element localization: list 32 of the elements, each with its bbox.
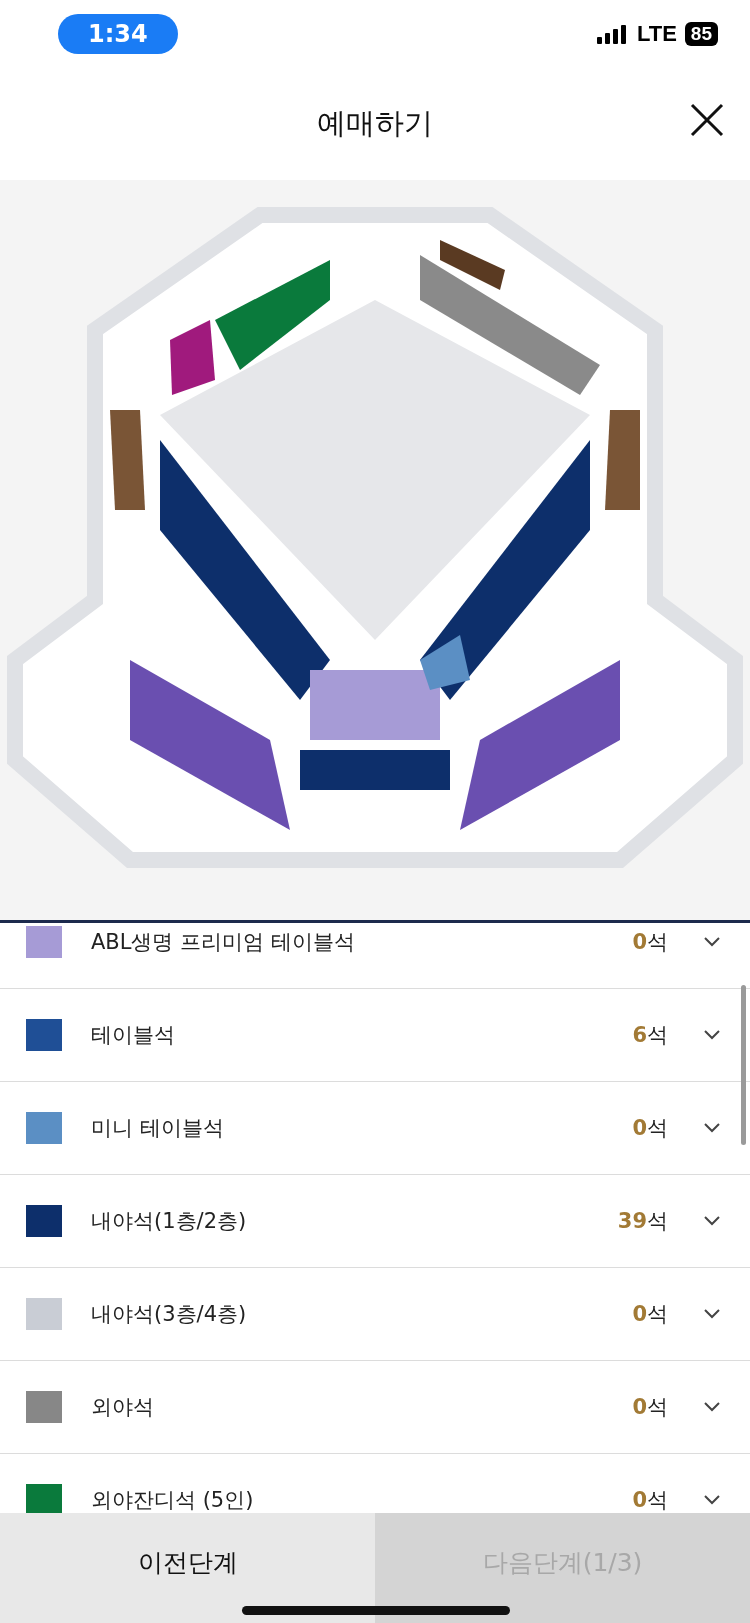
seat-grade-name: 외야석	[91, 1394, 155, 1421]
seat-count: 39석	[617, 1208, 668, 1235]
seat-count: 0석	[632, 929, 668, 956]
seat-count: 6석	[632, 1022, 668, 1049]
previous-step-button[interactable]: 이전단계	[0, 1513, 375, 1623]
network-label: LTE	[636, 20, 677, 47]
seat-grade-name: 내야석(3층/4층)	[91, 1301, 248, 1328]
seat-count: 0석	[632, 1115, 668, 1142]
seat-grade-name: ABL생명 프리미엄 테이블석	[91, 929, 356, 956]
seat-count: 0석	[632, 1487, 668, 1513]
seat-grade-name: 내야석(1층/2층)	[91, 1208, 248, 1235]
seat-grade-item[interactable]: 외야석 0석	[0, 1361, 750, 1454]
page-title: 예매하기	[317, 104, 433, 142]
chevron-down-icon[interactable]	[704, 1030, 720, 1040]
close-icon[interactable]	[690, 103, 724, 137]
chevron-down-icon[interactable]	[704, 1216, 720, 1226]
chevron-down-icon[interactable]	[704, 1123, 720, 1133]
seat-count: 0석	[632, 1301, 668, 1328]
seat-count: 0석	[632, 1394, 668, 1421]
seat-grade-item[interactable]: 내야석(3층/4층) 0석	[0, 1268, 750, 1361]
seat-grade-name: 테이블석	[91, 1022, 176, 1049]
chevron-down-icon[interactable]	[704, 1402, 720, 1412]
chevron-down-icon[interactable]	[704, 1309, 720, 1319]
seat-grade-name: 외야잔디석 (5인)	[91, 1487, 255, 1513]
seat-grade-item[interactable]: 내야석(1층/2층) 39석	[0, 1175, 750, 1268]
battery-level: 85	[684, 21, 718, 46]
status-time: 1:34	[58, 13, 178, 54]
seat-grade-item[interactable]: ABL생명 프리미엄 테이블석 0석	[0, 923, 750, 989]
seat-grade-name: 미니 테이블석	[91, 1115, 225, 1142]
chevron-down-icon[interactable]	[704, 1495, 720, 1505]
signal-icon	[596, 23, 629, 44]
chevron-down-icon[interactable]	[704, 937, 720, 947]
